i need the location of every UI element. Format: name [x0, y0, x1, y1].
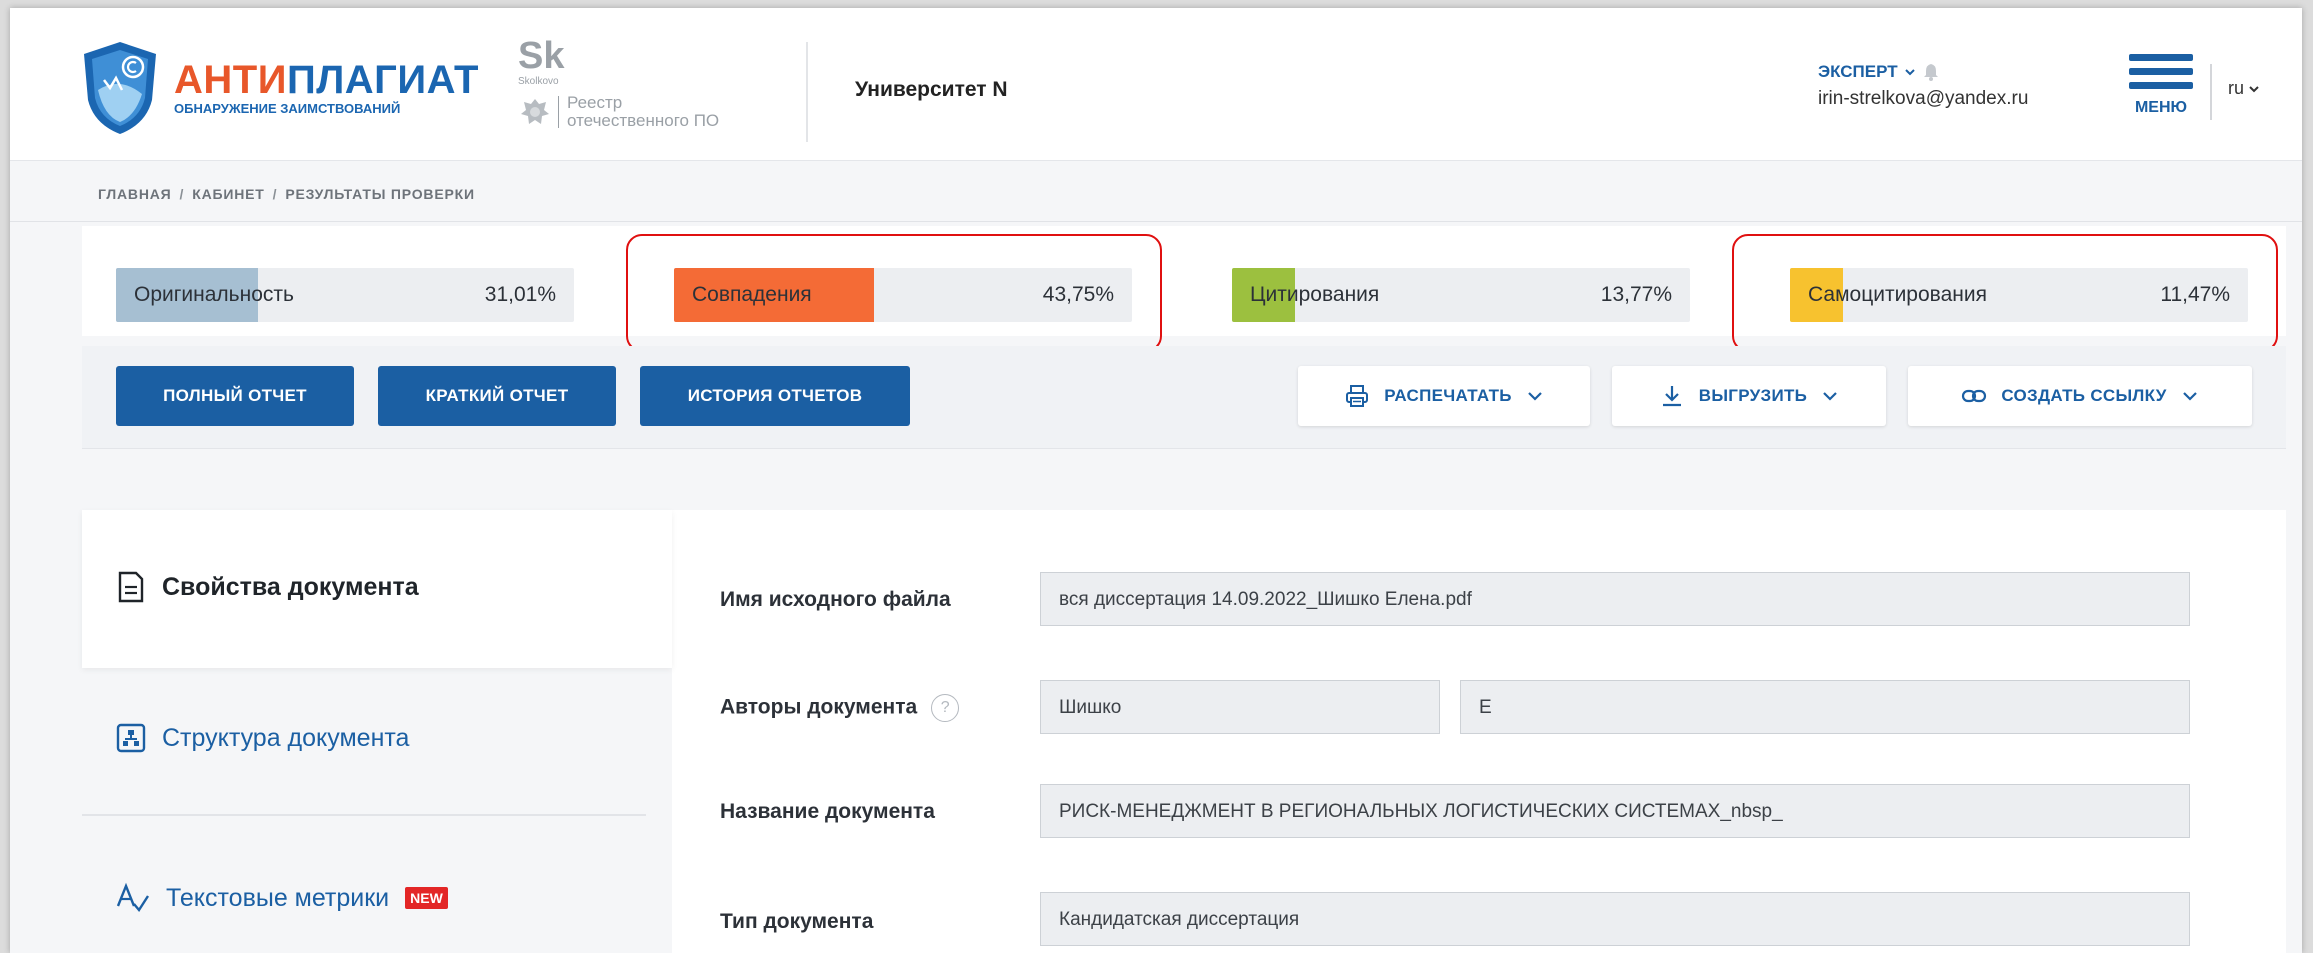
highlight-frame-matches — [626, 234, 1162, 352]
full-report-button[interactable]: ПОЛНЫЙ ОТЧЕТ — [116, 366, 354, 426]
printer-icon — [1346, 385, 1369, 407]
report-history-button[interactable]: ИСТОРИЯ ОТЧЕТОВ — [640, 366, 910, 426]
document-type-select[interactable]: Кандидатская диссертация — [1040, 892, 2190, 946]
header: АНТИПЛАГИАТ ОБНАРУЖЕНИЕ ЗАИМСТВОВАНИЙ Sk… — [10, 8, 2302, 161]
chevron-down-icon — [1823, 392, 1837, 401]
menu-button[interactable]: МЕНЮ — [2126, 52, 2196, 117]
file-name-field[interactable]: вся диссертация 14.09.2022_Шишко Елена.p… — [1040, 572, 2190, 626]
logo-title: АНТИПЛАГИАТ — [174, 58, 479, 102]
new-badge: NEW — [405, 887, 448, 909]
highlight-frame-self-citations — [1732, 234, 2278, 352]
header-divider-2 — [2210, 64, 2212, 120]
breadcrumb-home[interactable]: ГЛАВНАЯ — [98, 186, 172, 202]
logo-subtitle: ОБНАРУЖЕНИЕ ЗАИМСТВОВАНИЙ — [174, 101, 401, 116]
print-button[interactable]: РАСПЕЧАТАТЬ — [1298, 366, 1590, 426]
antiplagiat-logo[interactable]: АНТИПЛАГИАТ ОБНАРУЖЕНИЕ ЗАИМСТВОВАНИЙ — [80, 40, 479, 136]
chevron-down-icon[interactable] — [1904, 66, 1916, 78]
document-title-field[interactable]: РИСК-МЕНЕДЖМЕНТ В РЕГИОНАЛЬНЫХ ЛОГИСТИЧЕ… — [1040, 784, 2190, 838]
export-button[interactable]: ВЫГРУЗИТЬ — [1612, 366, 1886, 426]
author-initial-field[interactable]: Е — [1460, 680, 2190, 734]
document-icon — [118, 571, 144, 603]
download-icon — [1662, 386, 1681, 407]
hamburger-menu-icon[interactable] — [2129, 52, 2193, 92]
help-icon[interactable]: ? — [931, 694, 960, 722]
document-type-label: Тип документа — [720, 910, 874, 933]
author-last-name-field[interactable]: Шишко — [1040, 680, 1440, 734]
authors-label: Авторы документа? — [720, 694, 960, 722]
sidebar-item-properties-content[interactable]: Свойства документа — [116, 571, 419, 603]
metric-originality[interactable]: Оригинальность 31,01% — [116, 268, 574, 322]
create-link-button[interactable]: СОЗДАТЬ ССЫЛКУ — [1908, 366, 2252, 426]
coat-of-arms-icon — [521, 99, 549, 124]
bell-icon[interactable] — [1922, 62, 1940, 82]
logo-shield-icon — [84, 42, 156, 134]
breadcrumb-cabinet[interactable]: КАБИНЕТ — [192, 186, 264, 202]
header-divider — [806, 42, 808, 142]
text-metrics-icon — [116, 882, 150, 913]
skolkovo-logo: Sk Skolkovo — [518, 35, 565, 87]
sidebar-divider — [82, 814, 646, 816]
sidebar-item-text-metrics[interactable]: Текстовые метрики NEW — [116, 882, 448, 914]
breadcrumb-divider — [10, 221, 2302, 222]
breadcrumb: ГЛАВНАЯ / КАБИНЕТ / РЕЗУЛЬТАТЫ ПРОВЕРКИ — [98, 186, 475, 202]
user-email: irin-strelkova@yandex.ru — [1818, 88, 2029, 109]
chevron-down-icon — [1528, 392, 1542, 401]
short-report-button[interactable]: КРАТКИЙ ОТЧЕТ — [378, 366, 616, 426]
user-role[interactable]: ЭКСПЕРТ — [1818, 62, 1898, 82]
chevron-down-icon[interactable] — [2248, 83, 2260, 95]
breadcrumb-results: РЕЗУЛЬТАТЫ ПРОВЕРКИ — [285, 186, 475, 202]
document-title-label: Название документа — [720, 800, 935, 823]
link-icon — [1962, 389, 1987, 403]
organization-name: Университет N — [855, 78, 1008, 101]
structure-icon — [116, 723, 146, 753]
software-registry-badge: Реестр отечественного ПО — [518, 94, 719, 130]
chevron-down-icon — [2182, 392, 2197, 401]
menu-label: МЕНЮ — [2134, 99, 2188, 116]
user-profile[interactable]: ЭКСПЕРТ irin-strelkova@yandex.ru — [1818, 62, 2028, 110]
sidebar-item-structure[interactable]: Структура документа — [116, 723, 409, 753]
metric-citations[interactable]: Цитирования 13,77% — [1232, 268, 1690, 322]
file-name-label: Имя исходного файла — [720, 588, 951, 611]
language-selector[interactable]: ru — [2228, 78, 2260, 99]
page: АНТИПЛАГИАТ ОБНАРУЖЕНИЕ ЗАИМСТВОВАНИЙ Sk… — [10, 8, 2302, 953]
